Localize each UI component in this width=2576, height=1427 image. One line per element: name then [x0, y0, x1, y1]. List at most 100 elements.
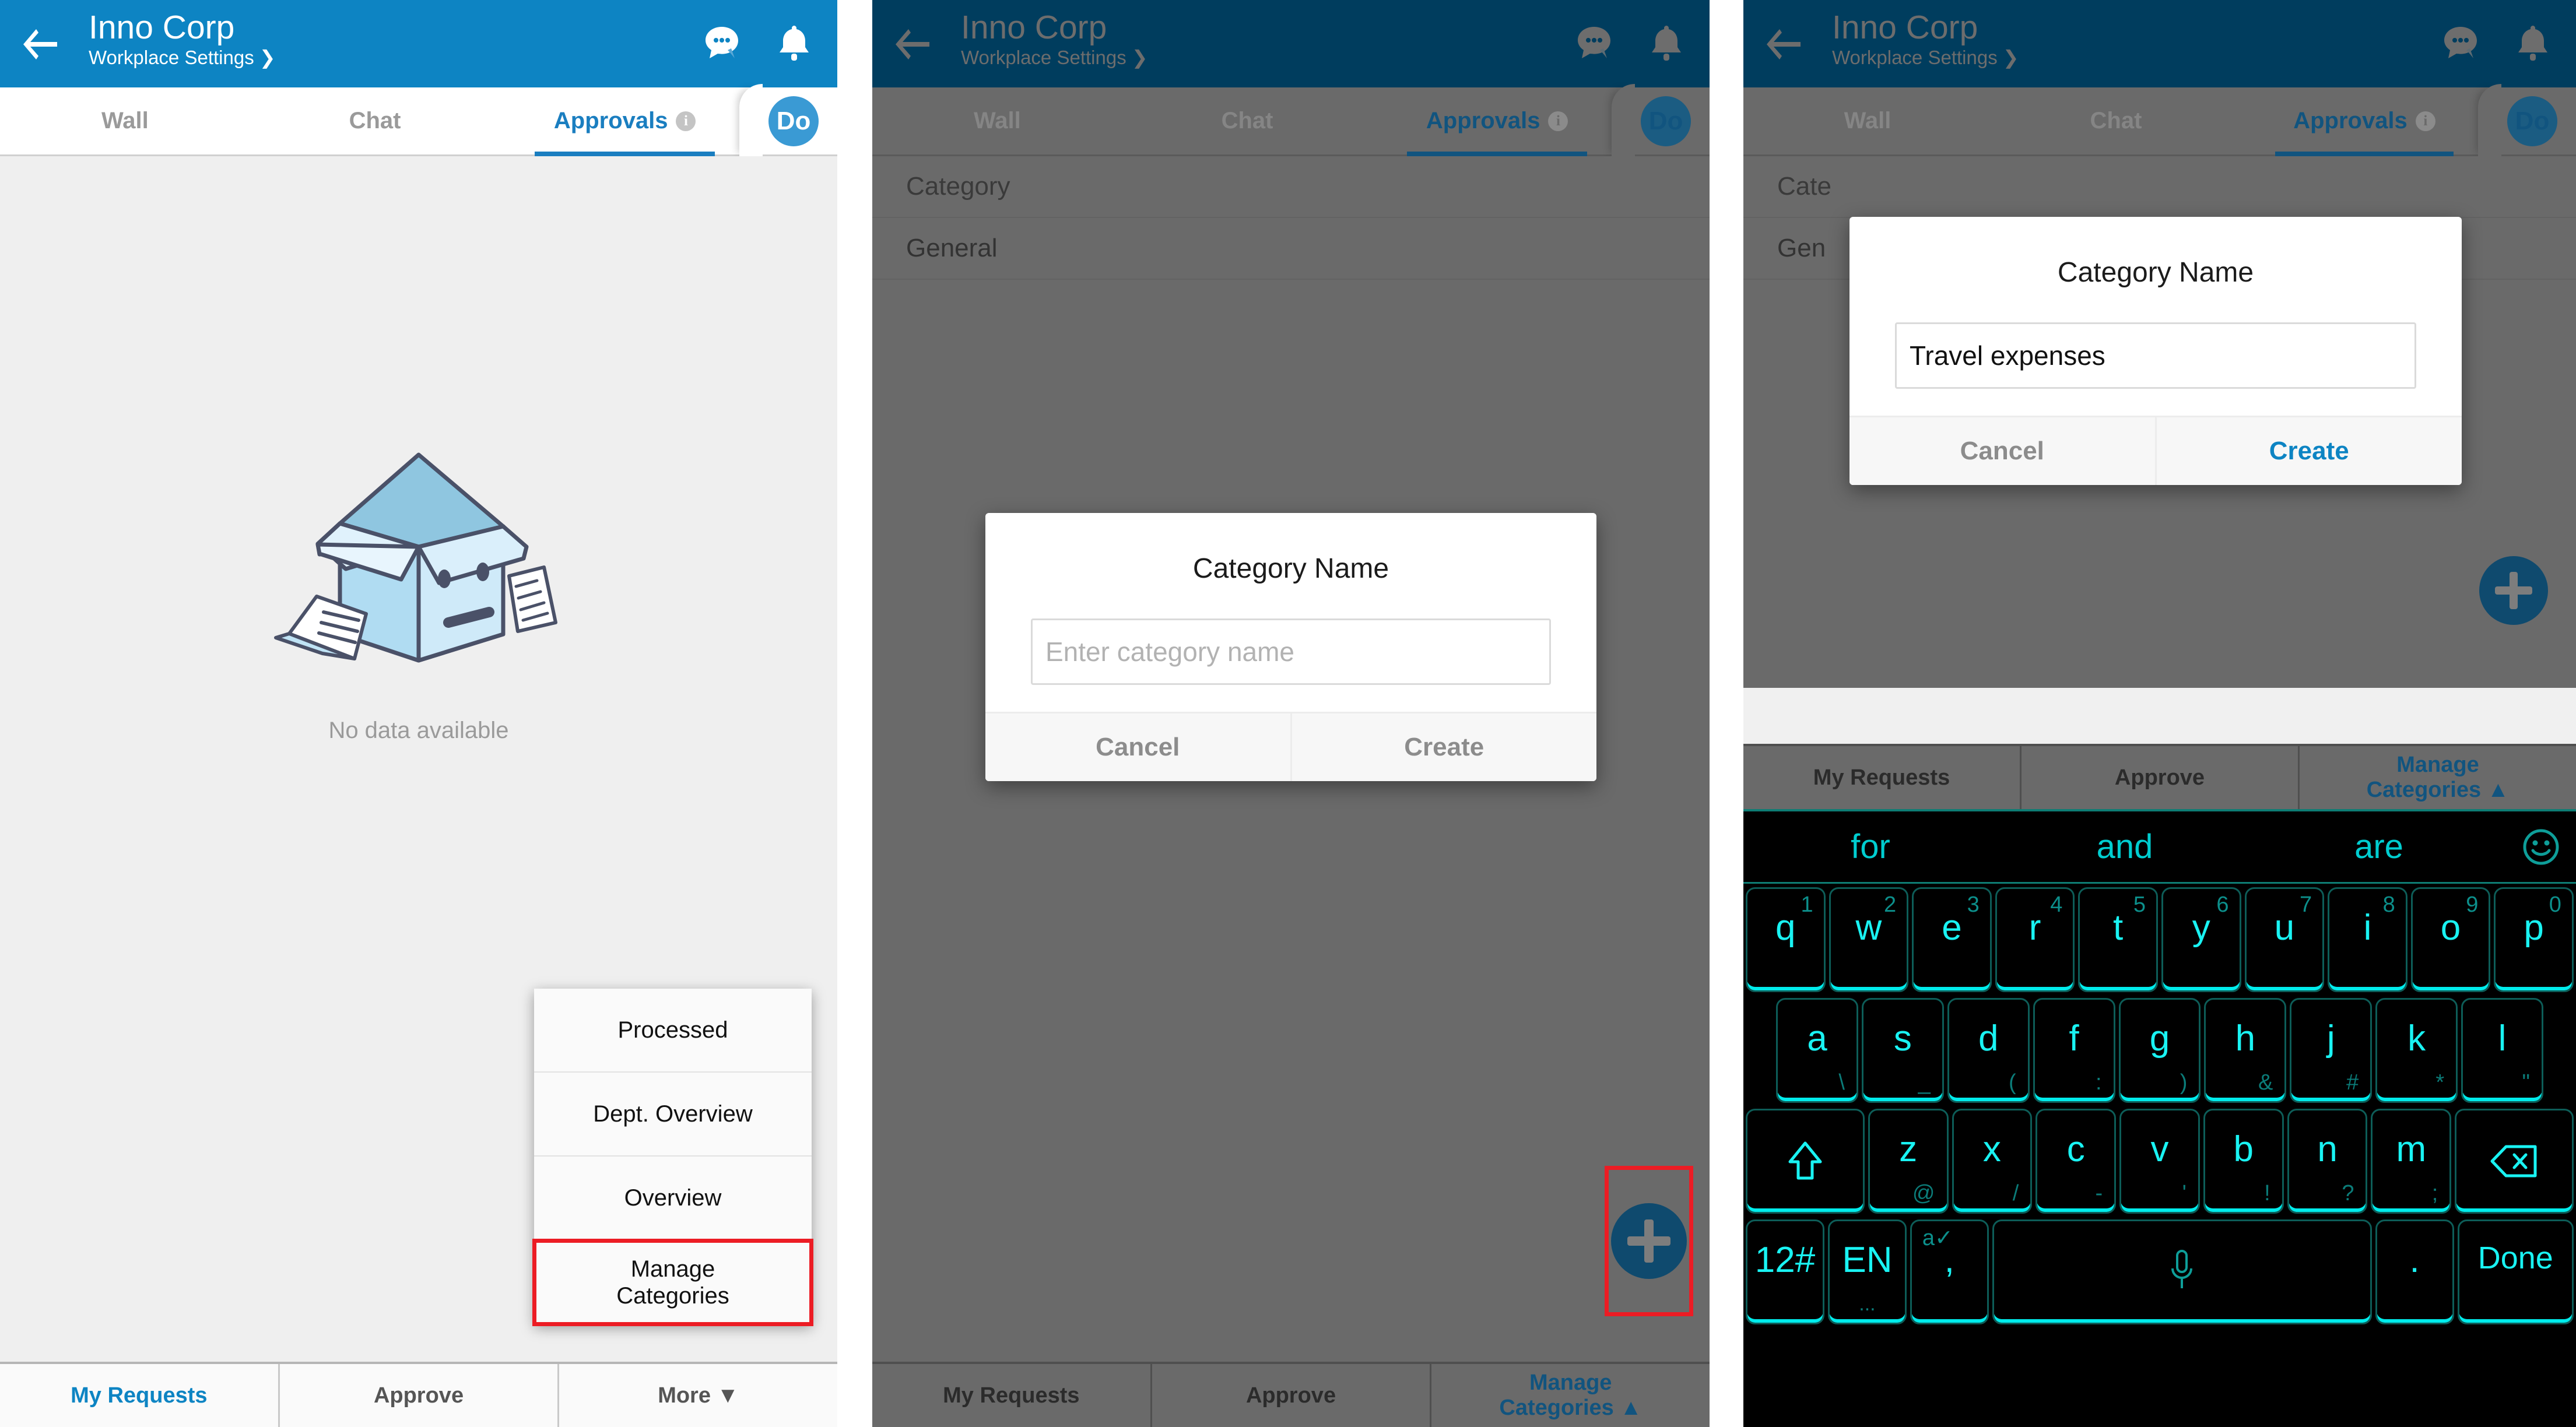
key-t[interactable]: 5t	[2078, 887, 2158, 992]
smiley-icon[interactable]	[2506, 825, 2576, 869]
key-h[interactable]: h &	[2204, 998, 2287, 1103]
tab-approvals[interactable]: Approvals i	[500, 87, 750, 156]
key-u[interactable]: 7u	[2244, 887, 2325, 992]
tab-wall[interactable]: Wall	[1743, 87, 1992, 154]
key-l[interactable]: l "	[2461, 998, 2544, 1103]
back-arrow-icon[interactable]	[893, 28, 931, 61]
bell-icon[interactable]	[1645, 22, 1687, 64]
avatar[interactable]: Do	[768, 96, 819, 146]
category-list-item-general[interactable]: General	[872, 218, 1710, 280]
menu-item-manage-categories[interactable]: Manage Categories	[532, 1239, 813, 1326]
dialog-create-button[interactable]: Create	[1292, 714, 1597, 781]
empty-state-text: No data available	[328, 718, 509, 743]
bottom-nav-more[interactable]: More ▼	[559, 1364, 837, 1427]
key-numeric-symbols[interactable]: 12#	[1746, 1219, 1824, 1324]
tab-chat[interactable]: Chat	[250, 87, 500, 154]
key-q[interactable]: 1q	[1746, 887, 1826, 992]
bottom-nav-manage-categories[interactable]: Manage Categories ▲	[1431, 1364, 1710, 1427]
info-icon[interactable]: i	[2415, 111, 2435, 131]
key-b-label: b	[2233, 1129, 2254, 1169]
app-bar: Inno Corp Workplace Settings ❯	[1743, 0, 2576, 87]
suggestion-for[interactable]: for	[1743, 827, 1998, 866]
add-category-fab[interactable]	[1611, 1203, 1687, 1279]
back-arrow-icon[interactable]	[1764, 28, 1802, 61]
key-numeric-label: 12#	[1754, 1240, 1816, 1280]
dialog-cancel-button[interactable]: Cancel	[985, 714, 1292, 781]
key-h-label: h	[2235, 1018, 2256, 1059]
chat-bubble-icon[interactable]	[701, 22, 743, 64]
info-icon[interactable]: i	[1548, 111, 1568, 131]
key-l-sub: "	[2522, 1070, 2531, 1095]
key-v[interactable]: v '	[2119, 1109, 2200, 1214]
tab-approvals[interactable]: Approvals i	[1372, 87, 1622, 156]
menu-item-dept-overview[interactable]: Dept. Overview	[534, 1073, 812, 1157]
key-c[interactable]: c-	[2035, 1109, 2117, 1214]
key-e[interactable]: 3e	[1912, 887, 1992, 992]
bottom-nav-my-requests[interactable]: My Requests	[0, 1364, 280, 1427]
key-d-label: d	[1978, 1018, 1999, 1059]
suggestion-and[interactable]: and	[1998, 827, 2252, 866]
bottom-nav-bar: My Requests Approve More ▼	[0, 1362, 837, 1427]
bottom-nav-approve[interactable]: Approve	[1152, 1364, 1432, 1427]
bottom-nav-my-requests[interactable]: My Requests	[1743, 746, 2022, 809]
avatar[interactable]: Do	[1641, 96, 1691, 146]
key-r[interactable]: 4r	[1995, 887, 2075, 992]
key-done[interactable]: Done	[2457, 1219, 2574, 1324]
bottom-nav-my-requests[interactable]: My Requests	[872, 1364, 1152, 1427]
key-space[interactable]	[1992, 1219, 2372, 1324]
key-m[interactable]: m;	[2371, 1109, 2452, 1214]
suggestion-are[interactable]: are	[2252, 827, 2506, 866]
tab-chat[interactable]: Chat	[1122, 87, 1373, 154]
key-y[interactable]: 6y	[2161, 887, 2241, 992]
key-j[interactable]: j #	[2290, 998, 2373, 1103]
bottom-nav-manage-categories[interactable]: Manage Categories ▲	[2300, 746, 2576, 809]
bell-icon[interactable]	[2512, 22, 2554, 64]
menu-item-overview[interactable]: Overview	[534, 1157, 812, 1240]
add-category-fab[interactable]	[2479, 556, 2548, 625]
key-f[interactable]: f:	[2033, 998, 2115, 1103]
key-b[interactable]: b!	[2203, 1109, 2284, 1214]
key-n[interactable]: n?	[2287, 1109, 2368, 1214]
key-comma[interactable]: a✓,	[1910, 1219, 1989, 1324]
key-t-label: t	[2113, 908, 2124, 948]
tab-wall[interactable]: Wall	[0, 87, 250, 154]
key-p[interactable]: 0p	[2494, 887, 2574, 992]
category-name-input[interactable]	[1895, 322, 2416, 389]
key-g[interactable]: g)	[2118, 998, 2201, 1103]
key-i[interactable]: 8i	[2328, 887, 2407, 992]
key-x[interactable]: x /	[1952, 1109, 2033, 1214]
info-icon[interactable]: i	[676, 111, 696, 131]
dialog-create-button[interactable]: Create	[2157, 417, 2462, 485]
key-a[interactable]: a \	[1776, 998, 1858, 1103]
key-k[interactable]: k *	[2375, 998, 2458, 1103]
back-arrow-icon[interactable]	[21, 28, 58, 61]
chat-bubble-icon[interactable]	[1573, 22, 1615, 64]
key-s-label: s	[1893, 1018, 1912, 1059]
workplace-settings-link[interactable]: Workplace Settings ❯	[1832, 46, 2019, 69]
key-w[interactable]: 2w	[1829, 887, 1909, 992]
key-language[interactable]: EN...	[1827, 1219, 1907, 1324]
menu-item-processed[interactable]: Processed	[534, 989, 812, 1073]
key-d[interactable]: d(	[1947, 998, 2030, 1103]
key-s[interactable]: s _	[1861, 998, 1944, 1103]
category-name-input[interactable]	[1031, 618, 1551, 685]
bell-icon[interactable]	[773, 22, 815, 64]
workplace-settings-link[interactable]: Workplace Settings ❯	[961, 46, 1148, 69]
tab-chat[interactable]: Chat	[1992, 87, 2240, 154]
key-comma-label: ,	[1944, 1240, 1954, 1280]
avatar[interactable]: Do	[2507, 96, 2557, 146]
chat-bubble-icon[interactable]	[2440, 22, 2482, 64]
bottom-nav-approve[interactable]: Approve	[280, 1364, 560, 1427]
workplace-settings-link[interactable]: Workplace Settings ❯	[89, 46, 276, 69]
key-z[interactable]: z @	[1868, 1109, 1949, 1214]
key-o[interactable]: 9o	[2410, 887, 2491, 992]
tab-wall[interactable]: Wall	[872, 87, 1122, 154]
bottom-nav-approve[interactable]: Approve	[2022, 746, 2300, 809]
shift-up-arrow-icon[interactable]	[1746, 1109, 1865, 1214]
key-period[interactable]: .	[2375, 1219, 2454, 1324]
dialog-cancel-button[interactable]: Cancel	[1849, 417, 2157, 485]
app-title: Inno Corp	[89, 9, 235, 46]
backspace-icon[interactable]	[2455, 1109, 2574, 1214]
tab-approvals[interactable]: Approvals i	[2240, 87, 2489, 156]
key-f-sub: :	[2096, 1070, 2102, 1095]
